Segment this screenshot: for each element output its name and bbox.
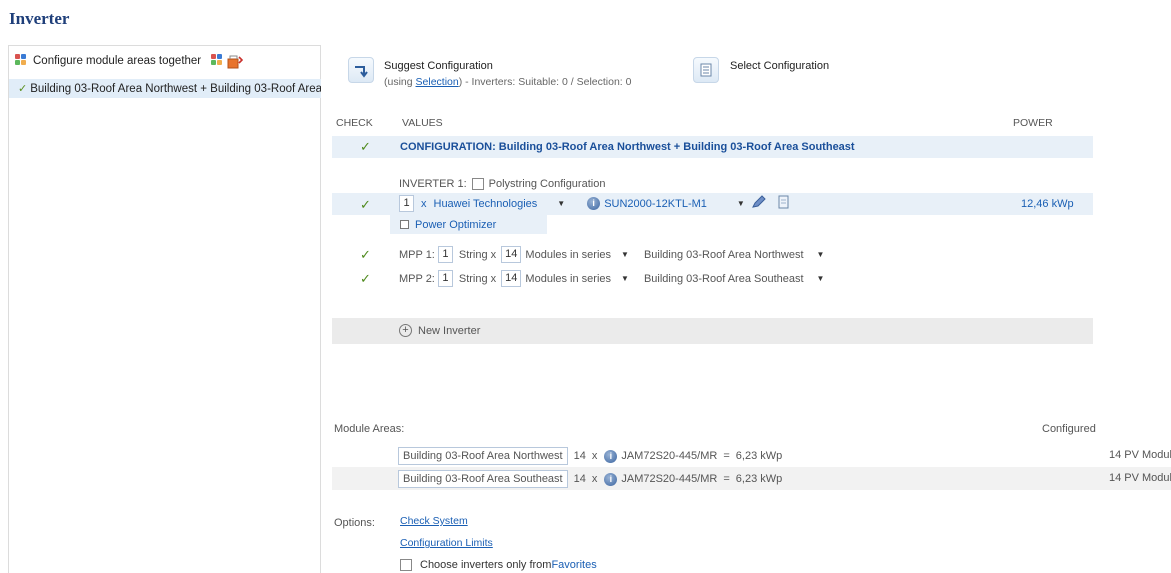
model-dropdown-arrow[interactable]: ▼ <box>737 199 745 208</box>
tree-child-item[interactable]: ✓ Building 03-Roof Area Northwest + Buil… <box>9 79 321 98</box>
column-power: POWER <box>1013 117 1053 129</box>
module-areas-icon <box>15 54 29 68</box>
configuration-limits-link[interactable]: Configuration Limits <box>400 537 493 549</box>
selection-link[interactable]: Selection <box>416 76 459 88</box>
module-area-name[interactable]: Building 03-Roof Area Southeast <box>398 470 568 488</box>
suggest-configuration-label[interactable]: Suggest Configuration <box>384 60 493 72</box>
module-count: 14 <box>573 473 586 485</box>
polystring-label: Polystring Configuration <box>488 178 606 190</box>
modules-in-series-label: Modules in series <box>525 248 612 261</box>
modules-dropdown-arrow[interactable]: ▼ <box>621 274 629 283</box>
power-optimizer-option[interactable]: Power Optimizer <box>390 215 547 234</box>
tree-root-label: Configure module areas together <box>33 55 202 67</box>
info-icon[interactable]: i <box>587 197 601 210</box>
favorites-prefix: Choose inverters only from <box>420 559 552 571</box>
inverter-quantity-input[interactable]: 1 <box>399 195 414 212</box>
select-config-icon <box>700 63 712 77</box>
modules-in-series-label: Modules in series <box>525 272 612 285</box>
suggest-configuration-info: (using Selection) - Inverters: Suitable:… <box>384 76 654 88</box>
module-area-tree: Configure module areas together ✓ Buildi… <box>8 45 321 573</box>
info-icon[interactable]: i <box>604 449 618 463</box>
inverter-header: INVERTER 1: Polystring Configuration <box>399 178 605 190</box>
module-type: JAM72S20-445/MR <box>621 473 718 485</box>
tree-child-label: Building 03-Roof Area Northwest + Buildi… <box>30 82 321 95</box>
polystring-checkbox[interactable] <box>471 178 484 190</box>
module-areas-group-icon[interactable] <box>211 54 225 68</box>
mpp-row: ✓ MPP 2: 1 String x 14 Modules in series… <box>332 269 1093 289</box>
string-label: String x <box>458 272 497 285</box>
modules-dropdown-arrow[interactable]: ▼ <box>621 250 629 259</box>
mpp-row: ✓ MPP 1: 1 String x 14 Modules in series… <box>332 245 1093 265</box>
column-check: CHECK <box>336 117 373 129</box>
mpp-label: MPP 2: <box>399 272 435 285</box>
delete-areas-icon[interactable] <box>227 54 244 69</box>
equals-label: = <box>723 450 730 462</box>
mpp-label: MPP 1: <box>399 248 435 261</box>
inverter-power: 12,46 kWp <box>1021 198 1074 210</box>
configured-modules: 14 PV Modules <box>1109 449 1171 461</box>
module-count: 14 <box>573 450 586 462</box>
edit-icon[interactable] <box>751 195 767 212</box>
module-area-row: Building 03-Roof Area Southeast 14 x i J… <box>332 467 1171 490</box>
times-label: x <box>591 450 598 462</box>
power-optimizer-label: Power Optimizer <box>415 218 497 231</box>
string-label: String x <box>458 248 497 261</box>
suggest-sub-suffix: ) - Inverters: Suitable: 0 / Selection: … <box>458 76 632 88</box>
module-area-row: Building 03-Roof Area Northwest 14 x i J… <box>332 444 1171 467</box>
favorites-option: Choose inverters only from Favorites <box>400 559 597 571</box>
modules-in-series-input[interactable]: 14 <box>501 246 522 263</box>
info-icon[interactable]: i <box>604 472 618 486</box>
configured-column-label: Configured <box>1042 423 1096 435</box>
inverter-label: INVERTER 1: <box>399 178 467 190</box>
new-inverter-label: New Inverter <box>418 325 481 337</box>
manufacturer-dropdown-arrow[interactable]: ▼ <box>557 199 565 208</box>
string-count-input[interactable]: 1 <box>437 246 453 263</box>
module-type: JAM72S20-445/MR <box>621 450 718 462</box>
add-icon: + <box>399 324 412 337</box>
new-inverter-button[interactable]: + New Inverter <box>332 318 1093 344</box>
inverter-model-select[interactable]: SUN2000-12KTL-M1 <box>604 198 707 210</box>
module-area-power: 6,23 kWp <box>735 473 783 485</box>
page-title: Inverter <box>9 9 70 28</box>
datasheet-icon[interactable] <box>777 195 791 212</box>
string-count-input[interactable]: 1 <box>437 270 453 287</box>
configured-modules: 14 PV Modules <box>1109 472 1171 484</box>
area-dropdown-arrow[interactable]: ▼ <box>817 250 825 259</box>
check-icon: ✓ <box>360 139 371 154</box>
check-icon: ✓ <box>360 247 371 262</box>
modules-in-series-input[interactable]: 14 <box>501 270 522 287</box>
configuration-title: CONFIGURATION: Building 03-Roof Area Nor… <box>400 141 855 153</box>
check-system-link[interactable]: Check System <box>400 515 468 527</box>
configuration-header: ✓ CONFIGURATION: Building 03-Roof Area N… <box>332 136 1093 158</box>
module-areas-label: Module Areas: <box>334 423 405 435</box>
mpp-area-select[interactable]: Building 03-Roof Area Southeast <box>644 273 804 285</box>
options-label: Options: <box>334 517 375 529</box>
check-icon: ✓ <box>18 83 28 95</box>
power-optimizer-checkbox[interactable] <box>400 220 409 229</box>
equals-label: = <box>723 473 730 485</box>
module-area-name[interactable]: Building 03-Roof Area Northwest <box>398 447 568 465</box>
suggest-icon <box>355 66 368 78</box>
manufacturer-select[interactable]: Huawei Technologies <box>434 198 538 210</box>
check-icon: ✓ <box>360 271 371 286</box>
tree-root[interactable]: Configure module areas together <box>15 52 244 70</box>
suggest-sub-prefix: (using <box>384 76 416 88</box>
suggest-configuration-button[interactable] <box>348 57 374 83</box>
check-icon: ✓ <box>360 197 371 212</box>
times-label: x <box>421 197 427 210</box>
favorites-checkbox[interactable] <box>400 559 412 571</box>
mpp-area-select[interactable]: Building 03-Roof Area Northwest <box>644 249 804 261</box>
select-configuration-button[interactable] <box>693 57 719 83</box>
module-area-power: 6,23 kWp <box>735 450 783 462</box>
column-values: VALUES <box>402 117 443 129</box>
area-dropdown-arrow[interactable]: ▼ <box>817 274 825 283</box>
times-label: x <box>591 473 598 485</box>
select-configuration-label[interactable]: Select Configuration <box>730 60 829 72</box>
inverter-row: ✓ 1 x Huawei Technologies ▼ i SUN2000-12… <box>332 193 1093 215</box>
favorites-link[interactable]: Favorites <box>551 559 596 571</box>
